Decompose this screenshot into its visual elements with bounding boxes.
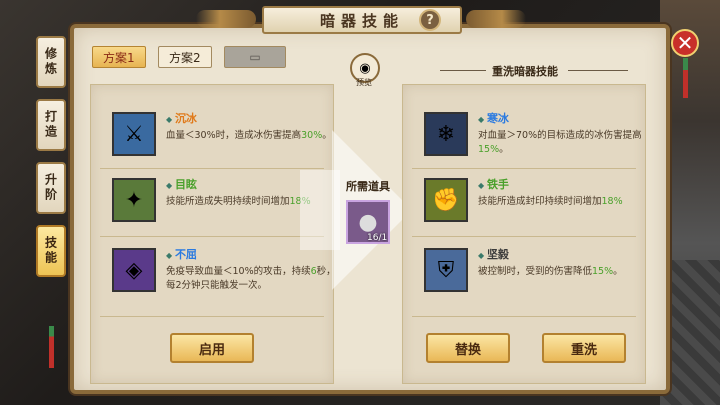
skill-desc: 被控制时，受到的伤害降低 [478, 266, 593, 277]
sidebar: 修炼 打造 升阶 技能 [36, 36, 70, 368]
skill-highlight: 18% [601, 196, 623, 207]
title-line-right [568, 70, 628, 71]
scheme-tab-locked[interactable]: ▭ [224, 46, 286, 68]
new-skill-1[interactable]: ❄ 寒冰 对血量＞70%的目标造成的冰伤害提高 15%。 [424, 112, 648, 157]
ice-blade-icon: ⚔ [112, 112, 156, 156]
skill-name: 寒冰 [478, 112, 648, 127]
required-item-label: 所需道具 [346, 180, 390, 193]
skill-desc: 对血量＞70%的目标造成的冰伤害提高 [478, 130, 642, 141]
divider [100, 236, 324, 237]
divider [100, 316, 324, 317]
preview-label: 预览 [356, 78, 372, 87]
skill-name: 铁手 [478, 178, 648, 193]
skill-name: 沉冰 [166, 112, 336, 127]
skill-desc: 免疫导致血量＜10%的攻击，持续 [166, 266, 311, 277]
daze-icon: ✦ [112, 178, 156, 222]
title-ornament-left [196, 10, 256, 28]
scheme-tab-1[interactable]: 方案1 [92, 46, 146, 68]
skill-desc: 技能所造成封印持续时间增加 [478, 196, 602, 207]
skill-desc-tail: 。 [322, 130, 332, 141]
skill-desc: 血量＜30%时，造成冰伤害提高 [166, 130, 302, 141]
title-ornament-right [466, 10, 526, 28]
enable-button[interactable]: 启用 [170, 333, 254, 363]
tab-cultivate[interactable]: 修炼 [36, 36, 66, 88]
tab-skill[interactable]: 技能 [36, 225, 66, 277]
divider [412, 168, 636, 169]
divider [412, 316, 636, 317]
tab-upgrade[interactable]: 升阶 [36, 162, 66, 214]
skill-desc-tail: 。 [499, 144, 509, 155]
eye-icon: ◉ [359, 60, 371, 76]
frost-icon: ❄ [424, 112, 468, 156]
title-line-left [440, 70, 486, 71]
close-button[interactable]: ✕ [671, 29, 699, 57]
skill-desc: 技能所造成失明持续时间增加 [166, 196, 290, 207]
current-skill-3[interactable]: ◈ 不屈 免疫导致血量＜10%的攻击，持续6秒，每2分钟只能触发一次。 [112, 248, 336, 293]
iron-hand-icon: ✊ [424, 178, 468, 222]
resolve-icon: ⛨ [424, 248, 468, 292]
replace-button[interactable]: 替换 [426, 333, 510, 363]
close-tassel [683, 58, 688, 98]
new-skill-3[interactable]: ⛨ 坚毅 被控制时，受到的伤害降低15%。 [424, 248, 648, 292]
unyielding-icon: ◈ [112, 248, 156, 292]
new-skill-2[interactable]: ✊ 铁手 技能所造成封印持续时间增加18% [424, 178, 648, 222]
scheme-tab-2[interactable]: 方案2 [158, 46, 212, 68]
lock-icon: ▭ [249, 50, 261, 64]
reroll-button[interactable]: 重洗 [542, 333, 626, 363]
tab-forge[interactable]: 打造 [36, 99, 66, 151]
skill-highlight: 15% [478, 144, 500, 155]
skill-highlight: 30% [301, 130, 323, 141]
help-icon[interactable]: ? [419, 9, 441, 31]
skill-name: 不屈 [166, 248, 336, 263]
skill-desc-tail: 。 [613, 266, 623, 277]
divider [412, 236, 636, 237]
skill-highlight: 15% [592, 266, 614, 277]
token-icon: ● [358, 209, 378, 235]
divider [100, 168, 324, 169]
required-item-count: 16/1 [367, 233, 388, 243]
tab-tassel [49, 326, 54, 368]
skill-name: 坚毅 [478, 248, 648, 263]
reroll-title: 重洗暗器技能 [492, 65, 558, 78]
current-skill-1[interactable]: ⚔ 沉冰 血量＜30%时，造成冰伤害提高30%。 [112, 112, 336, 156]
